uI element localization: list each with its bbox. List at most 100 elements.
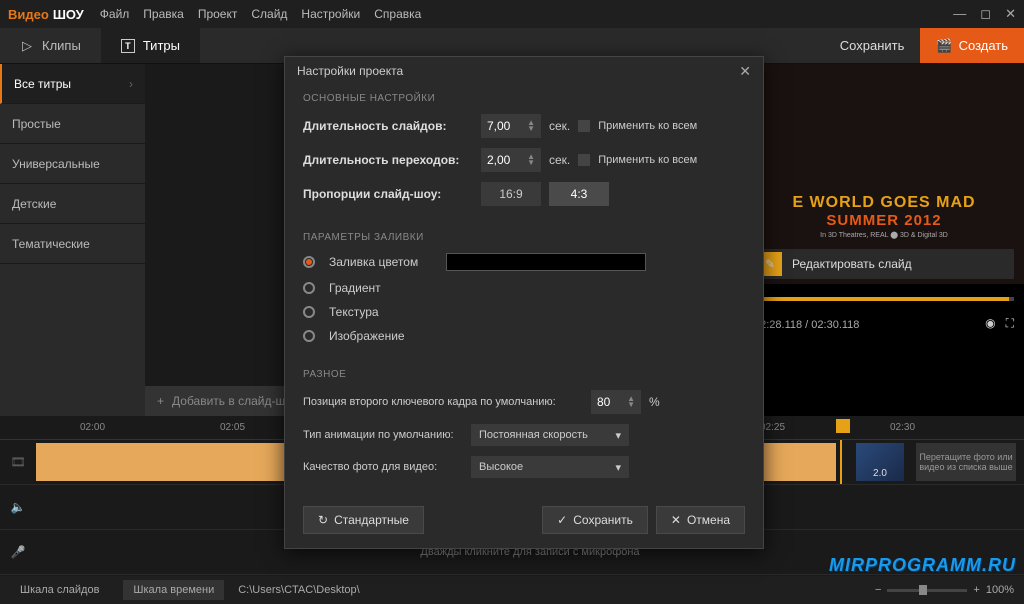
menu-help[interactable]: Справка (374, 7, 421, 21)
apply-all-transitions-label: Применить ко всем (598, 154, 697, 166)
sidebar-item-universal[interactable]: Универсальные (0, 144, 145, 184)
watermark: MIRPROGRAMM.RU (829, 555, 1016, 576)
spinner-icon[interactable]: ▲▼ (527, 154, 535, 166)
spinner-icon[interactable]: ▲▼ (627, 396, 635, 408)
sidebar-item-all[interactable]: Все титры › (0, 64, 145, 104)
percent-unit: % (649, 395, 660, 409)
fill-texture-radio[interactable] (303, 306, 315, 318)
mic-track-icon[interactable]: 🎤 (0, 530, 36, 575)
fill-image-label: Изображение (329, 329, 405, 343)
audio-track-icon[interactable]: 🔈 (0, 485, 36, 530)
video-track-icon[interactable]: 🎞 (0, 440, 36, 485)
transition-duration-input[interactable]: 2,00 ▲▼ (481, 148, 541, 172)
ruler-tick: 02:05 (220, 422, 245, 433)
apply-all-slides-checkbox[interactable] (578, 120, 590, 132)
plus-icon: + (157, 394, 164, 408)
time-display: 02:28.118 / 02:30.118 (754, 319, 859, 331)
anim-type-select[interactable]: Постоянная скорость▾ (471, 424, 629, 446)
menu-file[interactable]: Файл (100, 7, 130, 21)
ratio-16-9-button[interactable]: 16:9 (481, 182, 541, 206)
dialog-footer: ↻ Стандартные ✓ Сохранить ✕ Отмена (285, 496, 763, 548)
track-icons-column: 🎞 🔈 🎤 (0, 440, 36, 575)
fullscreen-icon[interactable]: ⛶ (1006, 316, 1014, 331)
clip-thumbnail[interactable]: 2.0 (856, 443, 904, 481)
refresh-icon: ↻ (318, 513, 328, 527)
text-icon: T (121, 39, 135, 53)
photo-quality-select[interactable]: Высокое▾ (471, 456, 629, 478)
dialog-titlebar: Настройки проекта ✕ (285, 57, 763, 85)
sidebar: Все титры › Простые Универсальные Детски… (0, 64, 145, 416)
apply-all-slides-label: Применить ко всем (598, 120, 697, 132)
tab-clips[interactable]: ▷ Клипы (0, 28, 101, 63)
tab-clips-label: Клипы (42, 38, 81, 53)
tab-titles[interactable]: T Титры (101, 28, 200, 63)
project-settings-dialog: Настройки проекта ✕ ОСНОВНЫЕ НАСТРОЙКИ Д… (284, 56, 764, 549)
dialog-title: Настройки проекта (297, 64, 403, 78)
aspect-ratio-label: Пропорции слайд-шоу: (303, 187, 473, 201)
keyframe-pos-input[interactable]: 80 ▲▼ (591, 390, 641, 414)
zoom-slider[interactable] (887, 589, 967, 592)
dialog-cancel-button[interactable]: ✕ Отмена (656, 506, 745, 534)
titlebar: Видео ШОУ Файл Правка Проект Слайд Настр… (0, 0, 1024, 28)
defaults-button[interactable]: ↻ Стандартные (303, 506, 424, 534)
chevron-right-icon: › (129, 77, 133, 91)
edit-slide-button[interactable]: ✎ Редактировать слайд (754, 249, 1014, 279)
fill-gradient-label: Градиент (329, 281, 381, 295)
transition-duration-label: Длительность переходов: (303, 153, 473, 167)
fill-image-radio[interactable] (303, 330, 315, 342)
playhead-marker[interactable] (836, 419, 850, 433)
menu-edit[interactable]: Правка (143, 7, 184, 21)
snapshot-icon[interactable]: ◉ (985, 316, 995, 331)
zoom-control: − + 100% (875, 584, 1014, 596)
preview-title-2: SUMMER 2012 (744, 212, 1024, 229)
check-icon: ✓ (557, 513, 567, 527)
statusbar: Шкала слайдов Шкала времени C:\Users\CTA… (0, 576, 1024, 604)
window-controls: — ◻ ✕ (953, 6, 1016, 22)
zoom-out-icon[interactable]: − (875, 584, 881, 596)
logo-part2: ШОУ (53, 7, 84, 22)
spinner-icon[interactable]: ▲▼ (527, 120, 535, 132)
section-main-title: ОСНОВНЫЕ НАСТРОЙКИ (303, 93, 745, 104)
preview-panel: E WORLD GOES MAD SUMMER 2012 In 3D Theat… (744, 64, 1024, 416)
slide-duration-input[interactable]: 7,00 ▲▼ (481, 114, 541, 138)
tab-titles-label: Титры (143, 38, 180, 53)
dialog-save-button[interactable]: ✓ Сохранить (542, 506, 648, 534)
zoom-value: 100% (986, 584, 1014, 596)
ratio-4-3-button[interactable]: 4:3 (549, 182, 609, 206)
fill-gradient-radio[interactable] (303, 282, 315, 294)
create-button[interactable]: 🎬 Создать (920, 28, 1024, 63)
status-tab-timeline[interactable]: Шкала времени (123, 580, 224, 600)
close-icon[interactable]: ✕ (1005, 6, 1016, 22)
save-button[interactable]: Сохранить (824, 28, 921, 63)
apply-all-transitions-checkbox[interactable] (578, 154, 590, 166)
status-tab-slides[interactable]: Шкала слайдов (10, 580, 109, 600)
fill-color-swatch[interactable] (446, 253, 646, 271)
sidebar-item-simple[interactable]: Простые (0, 104, 145, 144)
dialog-close-icon[interactable]: ✕ (739, 63, 751, 80)
sec-unit: сек. (549, 153, 570, 167)
section-misc-title: РАЗНОЕ (303, 369, 745, 380)
playhead-line[interactable] (840, 440, 842, 484)
minimize-icon[interactable]: — (953, 6, 966, 22)
drop-hint: Перетащите фото или видео из списка выше (916, 443, 1016, 481)
zoom-in-icon[interactable]: + (973, 584, 979, 596)
logo-part1: Видео (8, 7, 49, 22)
sec-unit: сек. (549, 119, 570, 133)
chevron-down-icon: ▾ (615, 461, 621, 474)
preview-image: E WORLD GOES MAD SUMMER 2012 In 3D Theat… (744, 64, 1024, 284)
menu-settings[interactable]: Настройки (301, 7, 360, 21)
preview-seekbar[interactable] (754, 289, 1014, 309)
keyframe-pos-label: Позиция второго ключевого кадра по умолч… (303, 396, 583, 408)
menu-slide[interactable]: Слайд (251, 7, 287, 21)
sidebar-item-thematic[interactable]: Тематические (0, 224, 145, 264)
menu-project[interactable]: Проект (198, 7, 238, 21)
ruler-tick: 02:30 (890, 422, 915, 433)
chevron-down-icon: ▾ (615, 429, 621, 442)
preview-subtitle: In 3D Theatres, REAL ⬤ 3D & Digital 3D (744, 231, 1024, 239)
maximize-icon[interactable]: ◻ (980, 6, 991, 22)
ruler-tick: 02:00 (80, 422, 105, 433)
sidebar-item-kids[interactable]: Детские (0, 184, 145, 224)
camera-icon: 🎬 (936, 38, 952, 54)
x-icon: ✕ (671, 513, 681, 527)
fill-color-radio[interactable] (303, 256, 315, 268)
